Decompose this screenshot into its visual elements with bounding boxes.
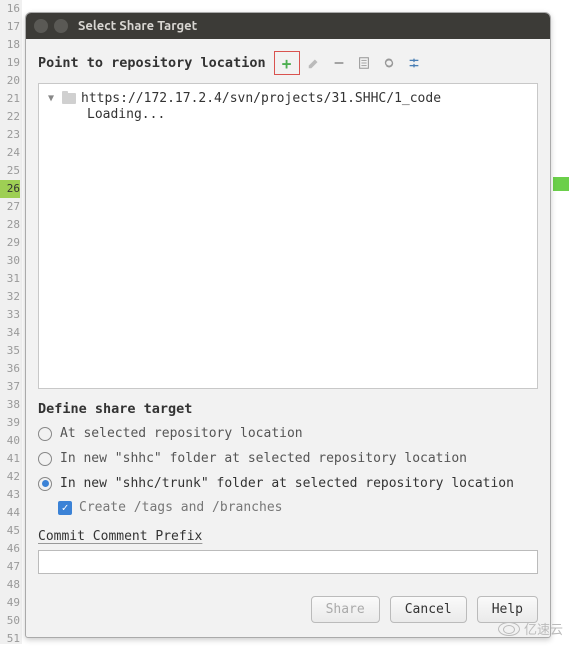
chevron-down-icon[interactable]: ▼ <box>45 93 57 104</box>
line-number-gutter: 1617181920212223242526272829303132333435… <box>0 0 22 644</box>
option-label: In new "shhc" folder at selected reposit… <box>60 451 467 466</box>
option-label: At selected repository location <box>60 426 303 441</box>
option-label: In new "shhc/trunk" folder at selected r… <box>60 476 514 491</box>
remove-icon[interactable] <box>328 52 350 74</box>
add-repository-icon[interactable]: + <box>274 51 300 75</box>
checkbox-icon[interactable]: ✓ <box>58 501 72 515</box>
repo-location-label: Point to repository location <box>38 55 266 71</box>
commit-comment-prefix-input[interactable] <box>38 550 538 574</box>
dialog-buttons: Share Cancel Help <box>26 574 550 637</box>
share-button[interactable]: Share <box>311 596 380 623</box>
radio-icon[interactable] <box>38 452 52 466</box>
watermark-label: 亿速云 <box>524 619 563 638</box>
close-icon[interactable] <box>34 19 48 33</box>
radio-icon[interactable] <box>38 477 52 491</box>
option-at-selected-location[interactable]: At selected repository location <box>26 421 550 446</box>
minimize-icon[interactable] <box>54 19 68 33</box>
dialog-titlebar: Select Share Target <box>26 13 550 39</box>
tree-loading-label: Loading... <box>43 107 533 122</box>
folder-icon <box>62 93 76 104</box>
checkbox-label: Create /tags and /branches <box>79 500 283 515</box>
dialog-title: Select Share Target <box>78 19 197 33</box>
tree-row[interactable]: ▼ https://172.17.2.4/svn/projects/31.SHH… <box>43 90 533 107</box>
repo-toolbar: Point to repository location + <box>26 39 550 83</box>
radio-icon[interactable] <box>38 427 52 441</box>
refresh-icon[interactable] <box>378 52 400 74</box>
watermark: 亿速云 <box>498 619 563 638</box>
create-tags-branches-checkbox[interactable]: ✓ Create /tags and /branches <box>26 496 550 519</box>
overview-ruler-marker <box>553 177 569 191</box>
watermark-icon <box>498 622 520 636</box>
select-share-target-dialog: Select Share Target Point to repository … <box>25 12 551 638</box>
commit-comment-prefix-label: Commit Comment Prefix <box>26 519 550 546</box>
define-share-target-label: Define share target <box>26 389 550 421</box>
option-new-shhc-folder[interactable]: In new "shhc" folder at selected reposit… <box>26 446 550 471</box>
cancel-button[interactable]: Cancel <box>390 596 467 623</box>
paste-icon[interactable] <box>353 52 375 74</box>
edit-icon[interactable] <box>303 52 325 74</box>
option-new-shhc-trunk-folder[interactable]: In new "shhc/trunk" folder at selected r… <box>26 471 550 496</box>
tree-url: https://172.17.2.4/svn/projects/31.SHHC/… <box>81 91 441 106</box>
collapse-icon[interactable] <box>403 52 425 74</box>
repository-tree[interactable]: ▼ https://172.17.2.4/svn/projects/31.SHH… <box>38 83 538 389</box>
